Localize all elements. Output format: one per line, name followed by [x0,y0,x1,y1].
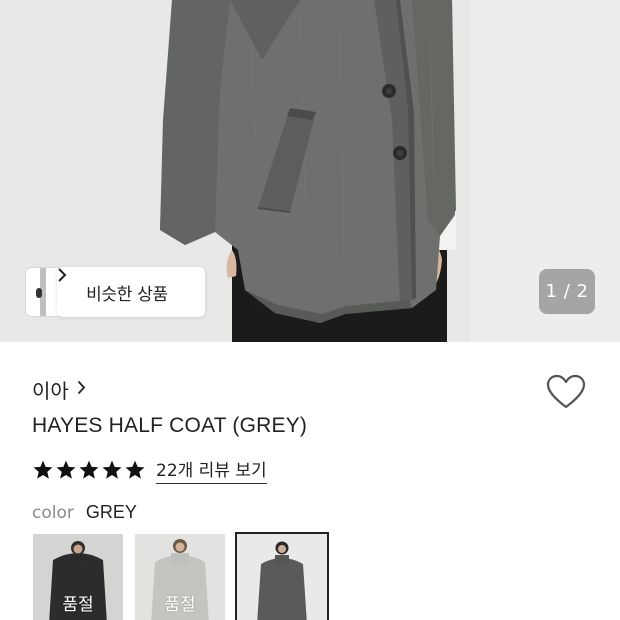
brand-link[interactable]: 이아 [32,375,86,404]
chevron-right-icon [77,380,86,400]
sold-out-badge: 품절 [164,595,196,615]
product-image-gallery[interactable]: 비슷한 상품 1 / 2 [0,0,620,342]
similar-products-button[interactable]: 비슷한 상품 [57,267,205,317]
star-icon [79,460,99,479]
rating-row: 22개 리뷰 보기 [32,456,267,484]
color-swatch-grey[interactable] [235,532,329,620]
swatch-image [237,534,327,620]
color-value: GREY [85,502,137,522]
star-icon [56,460,76,479]
brand-name: 이아 [32,379,69,403]
sold-out-badge: 품절 [62,595,94,615]
color-swatch-light-grey[interactable]: 품절 [135,534,225,620]
rating-stars [32,459,146,481]
product-title: HAYES HALF COAT (GREY) [32,414,308,437]
star-icon [33,460,53,479]
color-label: color [32,503,74,523]
wishlist-heart-icon[interactable] [546,374,586,410]
thumbnail-figure [36,288,42,298]
image-counter: 1 / 2 [539,269,595,314]
star-icon [102,460,122,479]
star-icon [125,460,145,479]
color-row: color GREY [32,502,137,523]
view-reviews-link[interactable]: 22개 리뷰 보기 [156,456,267,484]
color-swatch-black[interactable]: 품절 [33,534,123,620]
similar-products-label: 비슷한 상품 [86,284,168,305]
